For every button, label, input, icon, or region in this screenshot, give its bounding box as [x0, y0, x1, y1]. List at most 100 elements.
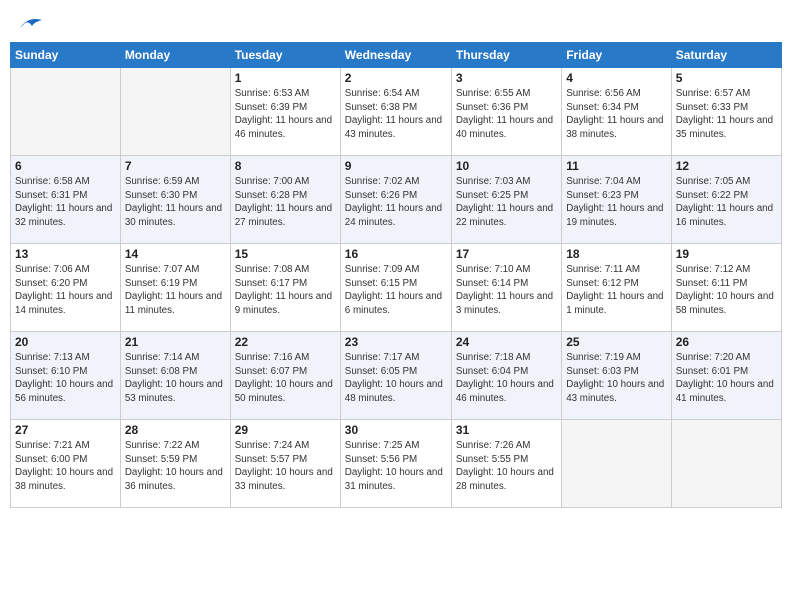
- day-info: Sunrise: 7:24 AM Sunset: 5:57 PM Dayligh…: [235, 439, 336, 494]
- calendar-cell: 30 Sunrise: 7:25 AM Sunset: 5:56 PM Dayli…: [340, 420, 451, 508]
- day-number: 7: [125, 159, 226, 173]
- day-number: 6: [15, 159, 116, 173]
- day-info: Sunrise: 7:05 AM Sunset: 6:22 PM Dayligh…: [676, 175, 777, 230]
- day-info: Sunrise: 7:14 AM Sunset: 6:08 PM Dayligh…: [125, 351, 226, 406]
- day-number: 31: [456, 423, 557, 437]
- calendar-cell: 18 Sunrise: 7:11 AM Sunset: 6:12 PM Dayli…: [562, 244, 672, 332]
- calendar-cell: [671, 420, 781, 508]
- calendar-cell: 2 Sunrise: 6:54 AM Sunset: 6:38 PM Daylig…: [340, 68, 451, 156]
- day-number: 21: [125, 335, 226, 349]
- day-number: 20: [15, 335, 116, 349]
- day-number: 15: [235, 247, 336, 261]
- day-number: 30: [345, 423, 447, 437]
- calendar-cell: 31 Sunrise: 7:26 AM Sunset: 5:55 PM Dayli…: [451, 420, 561, 508]
- logo-bird-icon: [16, 14, 44, 32]
- day-info: Sunrise: 7:26 AM Sunset: 5:55 PM Dayligh…: [456, 439, 557, 494]
- day-info: Sunrise: 7:25 AM Sunset: 5:56 PM Dayligh…: [345, 439, 447, 494]
- day-info: Sunrise: 7:18 AM Sunset: 6:04 PM Dayligh…: [456, 351, 557, 406]
- day-number: 25: [566, 335, 667, 349]
- calendar-cell: 19 Sunrise: 7:12 AM Sunset: 6:11 PM Dayli…: [671, 244, 781, 332]
- day-number: 27: [15, 423, 116, 437]
- calendar-cell: 1 Sunrise: 6:53 AM Sunset: 6:39 PM Daylig…: [230, 68, 340, 156]
- calendar-cell: 6 Sunrise: 6:58 AM Sunset: 6:31 PM Daylig…: [11, 156, 121, 244]
- day-number: 28: [125, 423, 226, 437]
- col-header-sunday: Sunday: [11, 43, 121, 68]
- calendar-cell: 28 Sunrise: 7:22 AM Sunset: 5:59 PM Dayli…: [120, 420, 230, 508]
- calendar-cell: 7 Sunrise: 6:59 AM Sunset: 6:30 PM Daylig…: [120, 156, 230, 244]
- day-number: 8: [235, 159, 336, 173]
- calendar-cell: 25 Sunrise: 7:19 AM Sunset: 6:03 PM Dayli…: [562, 332, 672, 420]
- calendar-cell: 12 Sunrise: 7:05 AM Sunset: 6:22 PM Dayli…: [671, 156, 781, 244]
- col-header-wednesday: Wednesday: [340, 43, 451, 68]
- calendar-cell: 16 Sunrise: 7:09 AM Sunset: 6:15 PM Dayli…: [340, 244, 451, 332]
- calendar-cell: 15 Sunrise: 7:08 AM Sunset: 6:17 PM Dayli…: [230, 244, 340, 332]
- day-info: Sunrise: 7:22 AM Sunset: 5:59 PM Dayligh…: [125, 439, 226, 494]
- day-info: Sunrise: 7:09 AM Sunset: 6:15 PM Dayligh…: [345, 263, 447, 318]
- day-info: Sunrise: 7:13 AM Sunset: 6:10 PM Dayligh…: [15, 351, 116, 406]
- calendar-cell: [11, 68, 121, 156]
- day-info: Sunrise: 6:57 AM Sunset: 6:33 PM Dayligh…: [676, 87, 777, 142]
- calendar-cell: 3Sunrise: 6:55 AM Sunset: 6:36 PM Daylig…: [451, 68, 561, 156]
- logo: [14, 14, 44, 34]
- calendar-cell: 17 Sunrise: 7:10 AM Sunset: 6:14 PM Dayli…: [451, 244, 561, 332]
- day-number: 29: [235, 423, 336, 437]
- day-info: Sunrise: 6:59 AM Sunset: 6:30 PM Dayligh…: [125, 175, 226, 230]
- day-info: Sunrise: 7:17 AM Sunset: 6:05 PM Dayligh…: [345, 351, 447, 406]
- day-info: Sunrise: 7:12 AM Sunset: 6:11 PM Dayligh…: [676, 263, 777, 318]
- day-number: 5: [676, 71, 777, 85]
- day-number: 14: [125, 247, 226, 261]
- calendar-cell: 8 Sunrise: 7:00 AM Sunset: 6:28 PM Daylig…: [230, 156, 340, 244]
- day-number: 10: [456, 159, 557, 173]
- col-header-tuesday: Tuesday: [230, 43, 340, 68]
- calendar-cell: 23Sunrise: 7:17 AM Sunset: 6:05 PM Dayli…: [340, 332, 451, 420]
- day-number: 24: [456, 335, 557, 349]
- day-info: Sunrise: 7:04 AM Sunset: 6:23 PM Dayligh…: [566, 175, 667, 230]
- day-number: 18: [566, 247, 667, 261]
- day-info: Sunrise: 7:11 AM Sunset: 6:12 PM Dayligh…: [566, 263, 667, 318]
- day-number: 13: [15, 247, 116, 261]
- calendar: SundayMondayTuesdayWednesdayThursdayFrid…: [10, 42, 782, 508]
- day-info: Sunrise: 7:16 AM Sunset: 6:07 PM Dayligh…: [235, 351, 336, 406]
- calendar-cell: 5 Sunrise: 6:57 AM Sunset: 6:33 PM Daylig…: [671, 68, 781, 156]
- day-info: Sunrise: 7:02 AM Sunset: 6:26 PM Dayligh…: [345, 175, 447, 230]
- calendar-cell: [120, 68, 230, 156]
- calendar-cell: [562, 420, 672, 508]
- day-number: 12: [676, 159, 777, 173]
- calendar-cell: 24 Sunrise: 7:18 AM Sunset: 6:04 PM Dayli…: [451, 332, 561, 420]
- day-info: Sunrise: 7:20 AM Sunset: 6:01 PM Dayligh…: [676, 351, 777, 406]
- day-info: Sunrise: 7:00 AM Sunset: 6:28 PM Dayligh…: [235, 175, 336, 230]
- calendar-cell: 21 Sunrise: 7:14 AM Sunset: 6:08 PM Dayli…: [120, 332, 230, 420]
- day-info: Sunrise: 6:53 AM Sunset: 6:39 PM Dayligh…: [235, 87, 336, 142]
- day-info: Sunrise: 7:07 AM Sunset: 6:19 PM Dayligh…: [125, 263, 226, 318]
- col-header-saturday: Saturday: [671, 43, 781, 68]
- col-header-friday: Friday: [562, 43, 672, 68]
- day-number: 2: [345, 71, 447, 85]
- day-number: 1: [235, 71, 336, 85]
- day-number: 9: [345, 159, 447, 173]
- day-number: 11: [566, 159, 667, 173]
- calendar-cell: 4 Sunrise: 6:56 AM Sunset: 6:34 PM Daylig…: [562, 68, 672, 156]
- day-number: 19: [676, 247, 777, 261]
- day-number: 17: [456, 247, 557, 261]
- day-info: Sunrise: 6:56 AM Sunset: 6:34 PM Dayligh…: [566, 87, 667, 142]
- day-info: Sunrise: 7:19 AM Sunset: 6:03 PM Dayligh…: [566, 351, 667, 406]
- day-number: 16: [345, 247, 447, 261]
- day-number: 4: [566, 71, 667, 85]
- day-number: 3: [456, 71, 557, 85]
- calendar-cell: 22 Sunrise: 7:16 AM Sunset: 6:07 PM Dayli…: [230, 332, 340, 420]
- calendar-cell: 26Sunrise: 7:20 AM Sunset: 6:01 PM Dayli…: [671, 332, 781, 420]
- calendar-cell: 9 Sunrise: 7:02 AM Sunset: 6:26 PM Daylig…: [340, 156, 451, 244]
- calendar-cell: 10 Sunrise: 7:03 AM Sunset: 6:25 PM Dayli…: [451, 156, 561, 244]
- day-info: Sunrise: 7:03 AM Sunset: 6:25 PM Dayligh…: [456, 175, 557, 230]
- col-header-monday: Monday: [120, 43, 230, 68]
- day-info: Sunrise: 7:10 AM Sunset: 6:14 PM Dayligh…: [456, 263, 557, 318]
- day-info: Sunrise: 7:08 AM Sunset: 6:17 PM Dayligh…: [235, 263, 336, 318]
- day-info: Sunrise: 6:58 AM Sunset: 6:31 PM Dayligh…: [15, 175, 116, 230]
- day-info: Sunrise: 7:21 AM Sunset: 6:00 PM Dayligh…: [15, 439, 116, 494]
- calendar-cell: 27 Sunrise: 7:21 AM Sunset: 6:00 PM Dayli…: [11, 420, 121, 508]
- day-info: Sunrise: 7:06 AM Sunset: 6:20 PM Dayligh…: [15, 263, 116, 318]
- day-number: 22: [235, 335, 336, 349]
- day-info: Sunrise: 6:54 AM Sunset: 6:38 PM Dayligh…: [345, 87, 447, 142]
- calendar-cell: 14 Sunrise: 7:07 AM Sunset: 6:19 PM Dayli…: [120, 244, 230, 332]
- calendar-cell: 11 Sunrise: 7:04 AM Sunset: 6:23 PM Dayli…: [562, 156, 672, 244]
